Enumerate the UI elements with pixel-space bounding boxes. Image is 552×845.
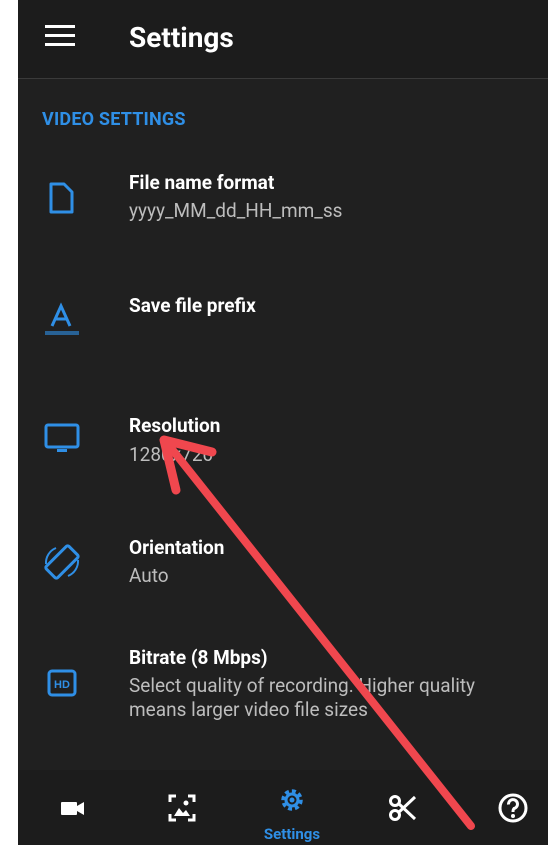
setting-label: Orientation: [129, 536, 225, 559]
setting-label: File name format: [129, 171, 275, 194]
hd-icon: HD: [47, 669, 77, 697]
setting-value: yyyy_MM_dd_HH_mm_ss: [129, 199, 343, 222]
svg-text:HD: HD: [54, 679, 70, 691]
app-bar: Settings: [18, 0, 548, 79]
setting-resolution[interactable]: Resolution 1280x720: [18, 404, 548, 504]
setting-bitrate[interactable]: HD Bitrate (8 Mbps) Select quality of re…: [18, 636, 548, 736]
setting-value: Select quality of recording. Higher qual…: [129, 674, 476, 721]
file-icon: [49, 182, 74, 214]
setting-value: Auto: [129, 564, 169, 587]
section-header-video-settings: VIDEO SETTINGS: [42, 109, 186, 130]
setting-file-name-format[interactable]: File name format yyyy_MM_dd_HH_mm_ss: [18, 160, 548, 260]
nav-gallery[interactable]: [142, 770, 222, 845]
hamburger-menu-icon[interactable]: [45, 25, 75, 49]
scissors-icon: [389, 795, 417, 821]
nav-help[interactable]: [473, 770, 548, 845]
nav-settings-label: Settings: [263, 825, 321, 843]
gallery-icon: [168, 794, 196, 822]
nav-edit[interactable]: [363, 770, 443, 845]
bottom-navigation: Settings: [18, 770, 548, 845]
nav-settings[interactable]: Settings: [252, 770, 332, 845]
setting-value: 1280x720: [129, 443, 214, 466]
screen-rotation-icon: [44, 544, 80, 580]
settings-icon: [281, 789, 303, 811]
nav-record[interactable]: [33, 770, 113, 845]
page-title: Settings: [129, 21, 234, 54]
help-icon: [498, 793, 528, 823]
text-format-icon: [45, 302, 79, 335]
setting-label: Resolution: [129, 414, 221, 437]
setting-label: Bitrate (8 Mbps): [129, 646, 268, 669]
setting-save-file-prefix[interactable]: Save file prefix: [18, 282, 548, 382]
video-camera-icon: [61, 802, 84, 815]
phone-screen: Settings VIDEO SETTINGS File name format…: [18, 0, 548, 845]
monitor-icon: [44, 423, 80, 452]
setting-label: Save file prefix: [129, 294, 256, 317]
setting-orientation[interactable]: Orientation Auto: [18, 526, 548, 626]
